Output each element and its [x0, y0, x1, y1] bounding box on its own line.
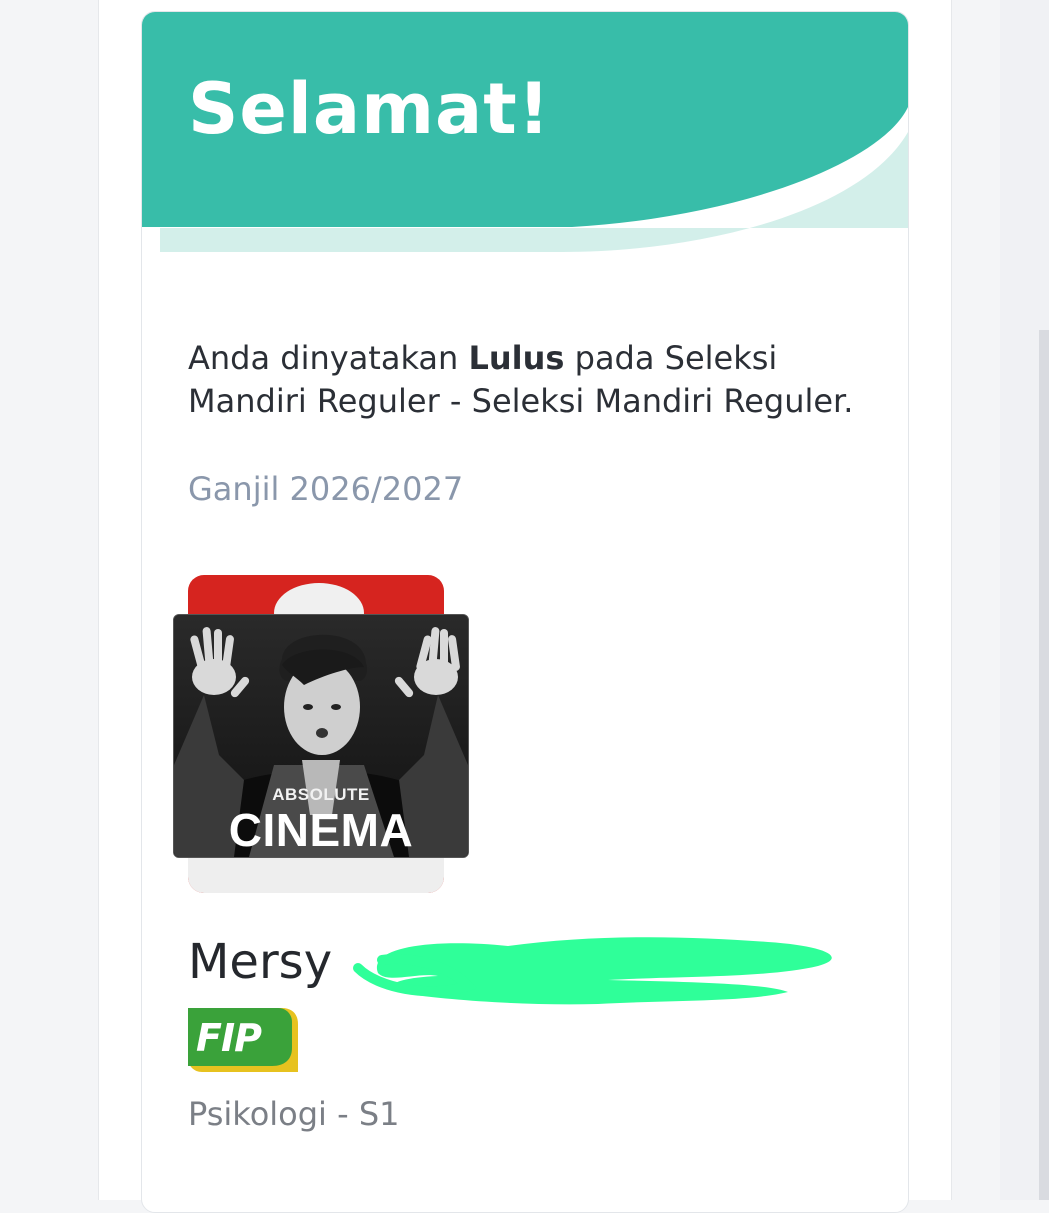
result-message-prefix: Anda dinyatakan: [188, 339, 469, 377]
student-name: Mersy: [188, 934, 333, 990]
meme-caption-large: CINEMA: [228, 804, 414, 856]
student-name-row: Mersy: [188, 932, 832, 1005]
meme-caption-small: ABSOLUTE: [272, 785, 370, 804]
page-title: Selamat!: [188, 68, 551, 150]
faculty-logo-text: FIP: [196, 1016, 262, 1060]
academic-period: Ganjil 2026/2027: [188, 470, 464, 508]
meme-overlay-image: ABSOLUTE CINEMA: [173, 614, 469, 858]
result-status: Lulus: [468, 339, 565, 377]
study-program: Psikologi - S1: [188, 1095, 400, 1133]
card-header: Selamat!: [142, 12, 908, 272]
faculty-logo: FIP: [188, 1008, 300, 1072]
scrollbar[interactable]: [1039, 330, 1049, 1200]
result-message: Anda dinyatakan Lulus pada Seleksi Mandi…: [188, 337, 868, 423]
result-card: Selamat! Anda dinyatakan Lulus pada Sele…: [141, 11, 909, 1213]
redaction-scribble: [353, 937, 832, 1005]
